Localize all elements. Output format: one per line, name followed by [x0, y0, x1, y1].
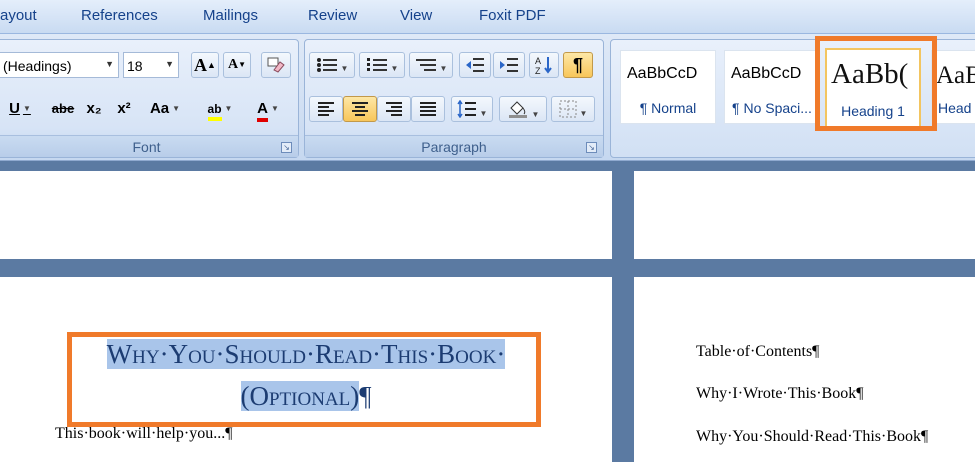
svg-text:Z: Z: [535, 66, 541, 75]
increase-indent-button[interactable]: [493, 52, 525, 78]
tab-mailings[interactable]: Mailings: [203, 7, 258, 24]
page-previous-right[interactable]: [634, 171, 975, 259]
style-no-spacing[interactable]: AaBbCcD ¶ No Spaci...: [724, 50, 820, 124]
line-spacing-icon: [456, 99, 476, 119]
style-name: Head: [938, 100, 972, 116]
underline-button[interactable]: U ▼: [1, 96, 39, 122]
superscript-button[interactable]: x²: [111, 96, 137, 122]
grow-font-icon: A: [194, 55, 208, 75]
style-name: ¶ No Spaci...: [732, 100, 812, 116]
chevron-down-icon[interactable]: ▼: [105, 59, 114, 69]
chevron-down-icon[interactable]: ▼: [271, 104, 279, 113]
toc-title[interactable]: Table·of·Contents¶: [696, 343, 819, 361]
align-center-icon: [352, 102, 368, 116]
font-group-label: Font: [0, 135, 298, 157]
shrink-font-button[interactable]: A▼: [223, 52, 251, 78]
multilevel-list-button[interactable]: ▼: [409, 52, 453, 78]
font-color-button[interactable]: A ▼: [247, 96, 289, 122]
style-sample: AaBbCcD: [731, 65, 802, 82]
multilevel-list-icon: [415, 59, 436, 71]
chevron-down-icon[interactable]: ▼: [440, 64, 448, 73]
chevron-down-icon[interactable]: ▼: [172, 104, 180, 113]
chevron-down-icon[interactable]: ▼: [580, 109, 588, 118]
toc-item[interactable]: Why·I·Wrote·This·Book¶: [696, 385, 863, 403]
chevron-down-icon[interactable]: ▼: [341, 64, 349, 73]
font-size-value: 18: [127, 58, 143, 74]
decrease-indent-icon: [466, 58, 484, 72]
document-body-line[interactable]: This·book·will·help·you...¶: [55, 425, 232, 443]
align-left-icon: [318, 102, 334, 116]
shrink-font-icon: A: [227, 57, 239, 72]
align-right-button[interactable]: [377, 96, 411, 122]
highlighter-icon: ab: [207, 101, 222, 121]
page-previous-left[interactable]: [0, 171, 612, 259]
justify-button[interactable]: [411, 96, 445, 122]
increase-indent-icon: [500, 58, 518, 72]
chevron-down-icon[interactable]: ▼: [23, 104, 31, 113]
show-formatting-marks-button[interactable]: ¶: [563, 52, 593, 78]
eraser-icon: [267, 57, 285, 73]
chevron-down-icon[interactable]: ▼: [480, 109, 488, 118]
paragraph-group-label: Paragraph: [305, 135, 603, 157]
justify-icon: [420, 102, 436, 116]
shading-button[interactable]: ▼: [499, 96, 547, 122]
chevron-down-icon[interactable]: ▼: [391, 64, 399, 73]
sort-az-icon: A Z: [535, 56, 552, 76]
tab-view[interactable]: View: [400, 7, 432, 24]
paragraph-group: ▼ ▼ ▼ A Z ¶ ▼ ▼ ▼ Paragraph ↘: [304, 39, 604, 158]
tab-page-layout[interactable]: ayout: [0, 7, 37, 24]
page-current-right[interactable]: Table·of·Contents¶ Why·I·Wrote·This·Book…: [634, 277, 975, 462]
style-sample: AaBbCcD: [627, 65, 698, 82]
heading-text-callout: [67, 332, 541, 427]
tab-foxit-pdf[interactable]: Foxit PDF: [479, 7, 546, 24]
svg-text:A: A: [535, 56, 541, 66]
tab-references[interactable]: References: [81, 7, 158, 24]
line-spacing-button[interactable]: ▼: [451, 96, 493, 122]
clear-formatting-button[interactable]: [261, 52, 291, 78]
align-right-icon: [386, 102, 402, 116]
align-left-button[interactable]: [309, 96, 343, 122]
font-color-icon: A: [257, 100, 268, 122]
grow-font-button[interactable]: A▲: [191, 52, 219, 78]
font-name-value: (Headings): [3, 58, 72, 74]
borders-icon: [559, 100, 577, 118]
change-case-button[interactable]: Aa ▼: [145, 96, 185, 122]
sort-button[interactable]: A Z: [529, 52, 559, 78]
style-sample: AaB: [936, 62, 975, 89]
font-size-combo[interactable]: 18 ▼: [123, 52, 179, 78]
tab-review[interactable]: Review: [308, 7, 357, 24]
style-normal[interactable]: AaBbCcD ¶ Normal: [620, 50, 716, 124]
font-name-combo[interactable]: (Headings) ▼: [0, 52, 119, 78]
chevron-down-icon[interactable]: ▼: [225, 104, 233, 113]
heading-style-callout: [815, 36, 937, 131]
bullets-icon: [316, 58, 337, 72]
text-highlight-button[interactable]: ab ▼: [198, 96, 242, 122]
borders-button[interactable]: ▼: [551, 96, 595, 122]
decrease-indent-button[interactable]: [459, 52, 491, 78]
font-group: (Headings) ▼ 18 ▼ A▲ A▼ U ▼ abe x₂ x² Aa ▼: [0, 39, 299, 158]
dialog-launcher-icon[interactable]: ↘: [586, 142, 597, 153]
style-heading-2[interactable]: AaB Head: [931, 50, 975, 124]
underline-icon: U: [9, 100, 20, 117]
chevron-down-icon[interactable]: ▼: [165, 59, 174, 69]
dialog-launcher-icon[interactable]: ↘: [281, 142, 292, 153]
style-name: ¶ Normal: [639, 100, 697, 116]
strikethrough-button[interactable]: abe: [47, 96, 79, 122]
subscript-button[interactable]: x₂: [81, 96, 107, 122]
chevron-down-icon[interactable]: ▼: [532, 110, 540, 119]
align-center-button[interactable]: [343, 96, 377, 122]
numbering-button[interactable]: ▼: [359, 52, 405, 78]
toc-item[interactable]: Why·You·Should·Read·This·Book¶: [696, 428, 928, 446]
numbering-icon: [366, 58, 387, 71]
bullets-button[interactable]: ▼: [309, 52, 355, 78]
change-case-icon: Aa: [149, 100, 170, 117]
ribbon-tab-bar: ayout References Mailings Review View Fo…: [0, 0, 975, 34]
paint-bucket-icon: [508, 101, 527, 118]
